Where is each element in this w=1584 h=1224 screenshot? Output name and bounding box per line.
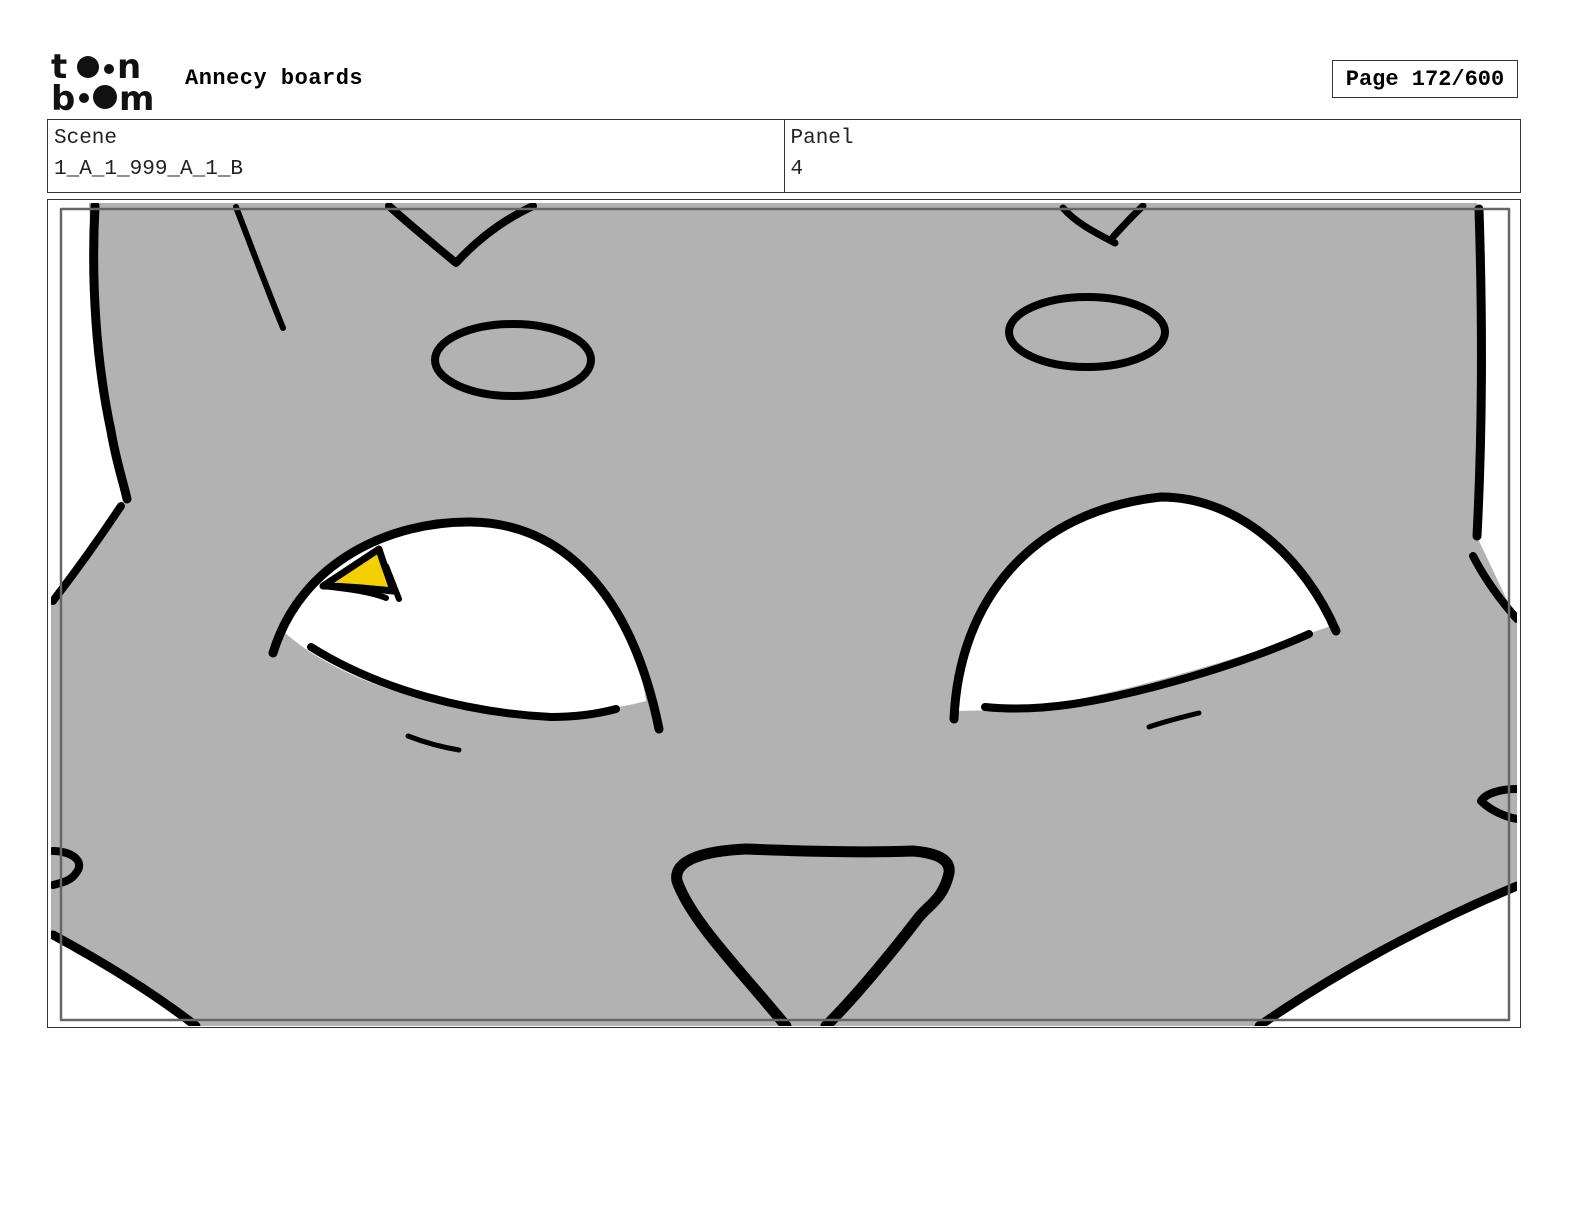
storyboard-drawing (51, 203, 1517, 1026)
scene-cell: Scene 1_A_1_999_A_1_B (48, 120, 784, 192)
head-outline-right (1472, 204, 1486, 541)
info-table: Scene 1_A_1_999_A_1_B Panel 4 (47, 119, 1521, 193)
panel-value: 4 (790, 158, 804, 181)
scene-label: Scene (54, 127, 118, 150)
svg-text:b: b (51, 79, 75, 112)
scene-value: 1_A_1_999_A_1_B (54, 158, 244, 181)
toon-boom-logo: t n b m (51, 50, 154, 112)
project-title: Annecy boards (185, 66, 364, 91)
storyboard-panel (47, 199, 1521, 1028)
page-number: Page 172/600 (1332, 60, 1518, 98)
panel-label: Panel (790, 127, 854, 150)
panel-cell: Panel 4 (783, 120, 1521, 192)
svg-text:m: m (119, 79, 154, 112)
